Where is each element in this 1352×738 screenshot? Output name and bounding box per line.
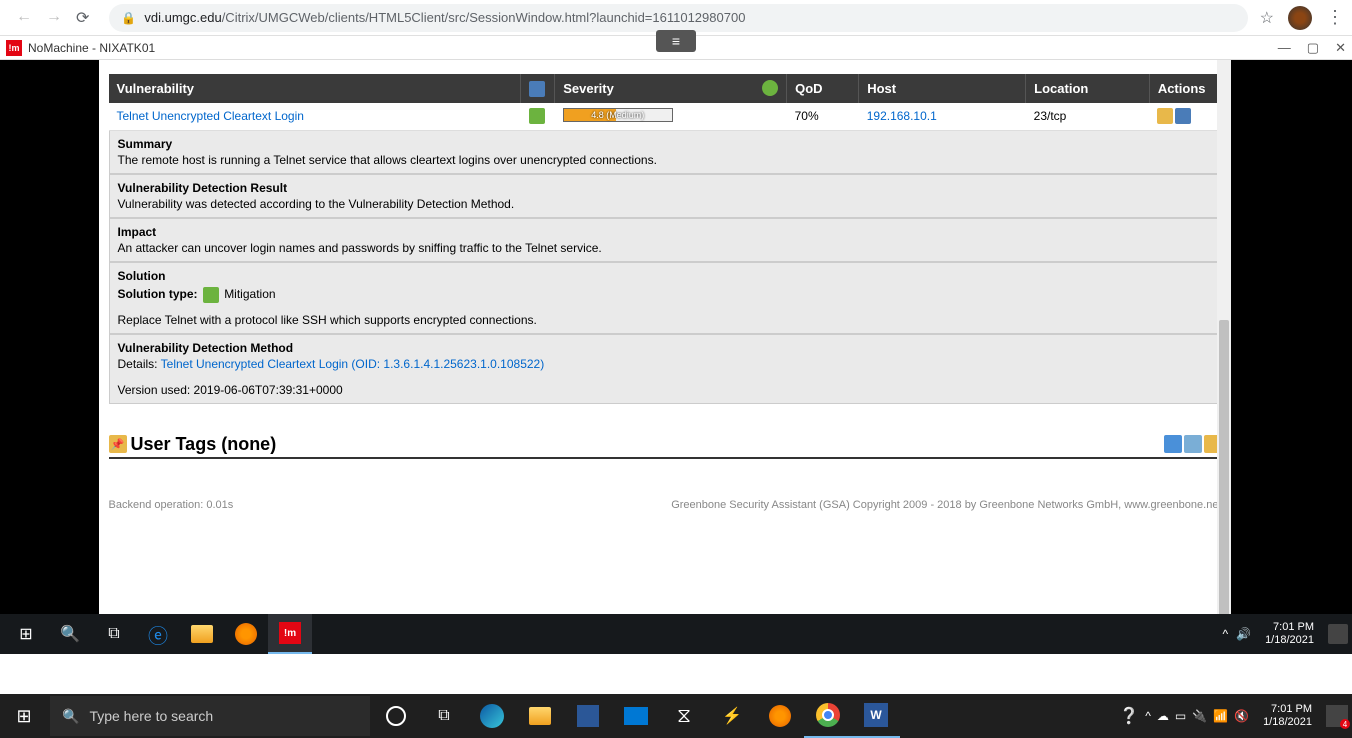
url-host: vdi.umgc.edu: [144, 10, 221, 25]
scrollbar-thumb[interactable]: [1219, 320, 1229, 620]
dropbox-button[interactable]: ⧖: [660, 694, 708, 738]
remote-nomachine-button[interactable]: !m: [268, 614, 312, 654]
remote-search-button[interactable]: 🔍: [48, 614, 92, 654]
app-button[interactable]: ⚡: [708, 694, 756, 738]
start-button[interactable]: ⊞: [0, 694, 48, 738]
user-tags-title: User Tags (none): [131, 434, 277, 455]
address-bar[interactable]: 🔒 vdi.umgc.edu/Citrix/UMGCWeb/clients/HT…: [109, 4, 1247, 32]
table-row: Telnet Unencrypted Cleartext Login 4.8 (…: [109, 103, 1222, 131]
minimize-button[interactable]: —: [1278, 40, 1291, 56]
bookmark-button[interactable]: ☆: [1260, 8, 1274, 28]
taskview-button[interactable]: ⧉: [420, 694, 468, 738]
summary-section: Summary The remote host is running a Tel…: [109, 131, 1222, 174]
reload-button[interactable]: ⟳: [76, 8, 89, 28]
search-input[interactable]: 🔍 Type here to search: [50, 696, 370, 736]
lock-icon: 🔒: [121, 11, 136, 25]
nomachine-icon: !m: [6, 40, 22, 56]
vuln-name-link[interactable]: Telnet Unencrypted Cleartext Login: [117, 109, 304, 123]
mail-button[interactable]: [612, 694, 660, 738]
cortana-button[interactable]: [372, 694, 420, 738]
remote-taskbar: ⊞ 🔍 ⧉ ⓔ !m ^ 🔊 7:01 PM 1/18/2021: [0, 614, 1352, 654]
vdm-section: Vulnerability Detection Method Details: …: [109, 334, 1222, 404]
gsa-page: Vulnerability Severity QoD Host Location…: [99, 60, 1231, 654]
tray-onedrive-icon[interactable]: ☁: [1157, 709, 1169, 723]
col-severity[interactable]: Severity: [555, 74, 787, 103]
maximize-button[interactable]: ▢: [1307, 40, 1319, 56]
puzzle-icon: [529, 81, 545, 97]
footer: Backend operation: 0.01s Greenbone Secur…: [109, 499, 1222, 511]
host-link[interactable]: 192.168.10.1: [867, 109, 937, 123]
host-taskbar: ⊞ 🔍 Type here to search ⧉ ⧖ ⚡ W ❔ ^ ☁ ▭ …: [0, 694, 1352, 738]
remote-ie-button[interactable]: ⓔ: [136, 614, 180, 654]
location-value: 23/tcp: [1026, 103, 1150, 131]
chrome-button[interactable]: [804, 694, 852, 738]
tray-volume-icon[interactable]: 🔇: [1234, 709, 1249, 723]
remote-taskview-button[interactable]: ⧉: [92, 614, 136, 654]
vertical-scrollbar[interactable]: [1217, 60, 1231, 654]
back-button[interactable]: ←: [16, 8, 32, 28]
search-icon: 🔍: [62, 708, 79, 725]
host-notifications[interactable]: [1326, 705, 1348, 727]
url-path: /Citrix/UMGCWeb/clients/HTML5Client/src/…: [222, 10, 746, 25]
remote-explorer-button[interactable]: [180, 614, 224, 654]
tag-star-icon[interactable]: [1164, 435, 1182, 453]
col-actions: Actions: [1149, 74, 1221, 103]
session-handle[interactable]: ≡: [656, 30, 696, 52]
word-button[interactable]: W: [852, 694, 900, 738]
explorer-button[interactable]: [516, 694, 564, 738]
forward-button[interactable]: →: [46, 8, 62, 28]
solution-section: Solution Solution type: Mitigation Repla…: [109, 262, 1222, 334]
tray-icon[interactable]: ▭: [1175, 709, 1186, 723]
mitigation-icon: [203, 287, 219, 303]
close-button[interactable]: ✕: [1335, 40, 1346, 56]
vdr-section: Vulnerability Detection Result Vulnerabi…: [109, 174, 1222, 218]
remote-clock[interactable]: 7:01 PM 1/18/2021: [1259, 621, 1320, 647]
col-solution-icon: [521, 74, 555, 103]
tray-chevron-icon[interactable]: ^: [1222, 627, 1228, 641]
remote-desktop: Vulnerability Severity QoD Host Location…: [0, 60, 1352, 654]
nomachine-title: NoMachine - NIXATK01: [28, 41, 155, 55]
host-clock[interactable]: 7:01 PM 1/18/2021: [1255, 703, 1320, 729]
vulnerability-table: Vulnerability Severity QoD Host Location…: [109, 74, 1222, 131]
tray-power-icon[interactable]: 🔌: [1192, 709, 1207, 723]
chrome-menu-button[interactable]: ⋮: [1326, 7, 1344, 28]
severity-bar: 4.8 (Medium): [563, 108, 673, 122]
edge-button[interactable]: [468, 694, 516, 738]
vdm-link[interactable]: Telnet Unencrypted Cleartext Login (OID:…: [161, 357, 545, 371]
solution-type-icon: [529, 108, 545, 124]
backend-time: Backend operation: 0.01s: [109, 499, 234, 511]
refresh-icon[interactable]: [762, 80, 778, 96]
remote-app-button[interactable]: [224, 614, 268, 654]
user-tags-header: 📌 User Tags (none): [109, 434, 1222, 459]
copyright: Greenbone Security Assistant (GSA) Copyr…: [671, 499, 1221, 511]
action-note-icon[interactable]: [1157, 108, 1173, 124]
tag-help-icon[interactable]: [1184, 435, 1202, 453]
nomachine-titlebar: !m NoMachine - NIXATK01 ≡ — ▢ ✕: [0, 36, 1352, 60]
store-button[interactable]: [564, 694, 612, 738]
col-qod[interactable]: QoD: [787, 74, 859, 103]
tray-speaker-icon[interactable]: 🔊: [1236, 627, 1251, 641]
pin-icon: 📌: [109, 435, 127, 453]
action-override-icon[interactable]: [1175, 108, 1191, 124]
col-host[interactable]: Host: [859, 74, 1026, 103]
profile-avatar[interactable]: [1288, 6, 1312, 30]
remote-start-button[interactable]: ⊞: [4, 614, 48, 654]
help-icon[interactable]: ❔: [1119, 706, 1139, 726]
firefox-button[interactable]: [756, 694, 804, 738]
tray-wifi-icon[interactable]: 📶: [1213, 709, 1228, 723]
impact-section: Impact An attacker can uncover login nam…: [109, 218, 1222, 262]
qod-value: 70%: [787, 103, 859, 131]
col-vulnerability[interactable]: Vulnerability: [109, 74, 521, 103]
tray-chevron-icon[interactable]: ^: [1145, 709, 1151, 723]
remote-notifications[interactable]: [1328, 624, 1348, 644]
col-location[interactable]: Location: [1026, 74, 1150, 103]
